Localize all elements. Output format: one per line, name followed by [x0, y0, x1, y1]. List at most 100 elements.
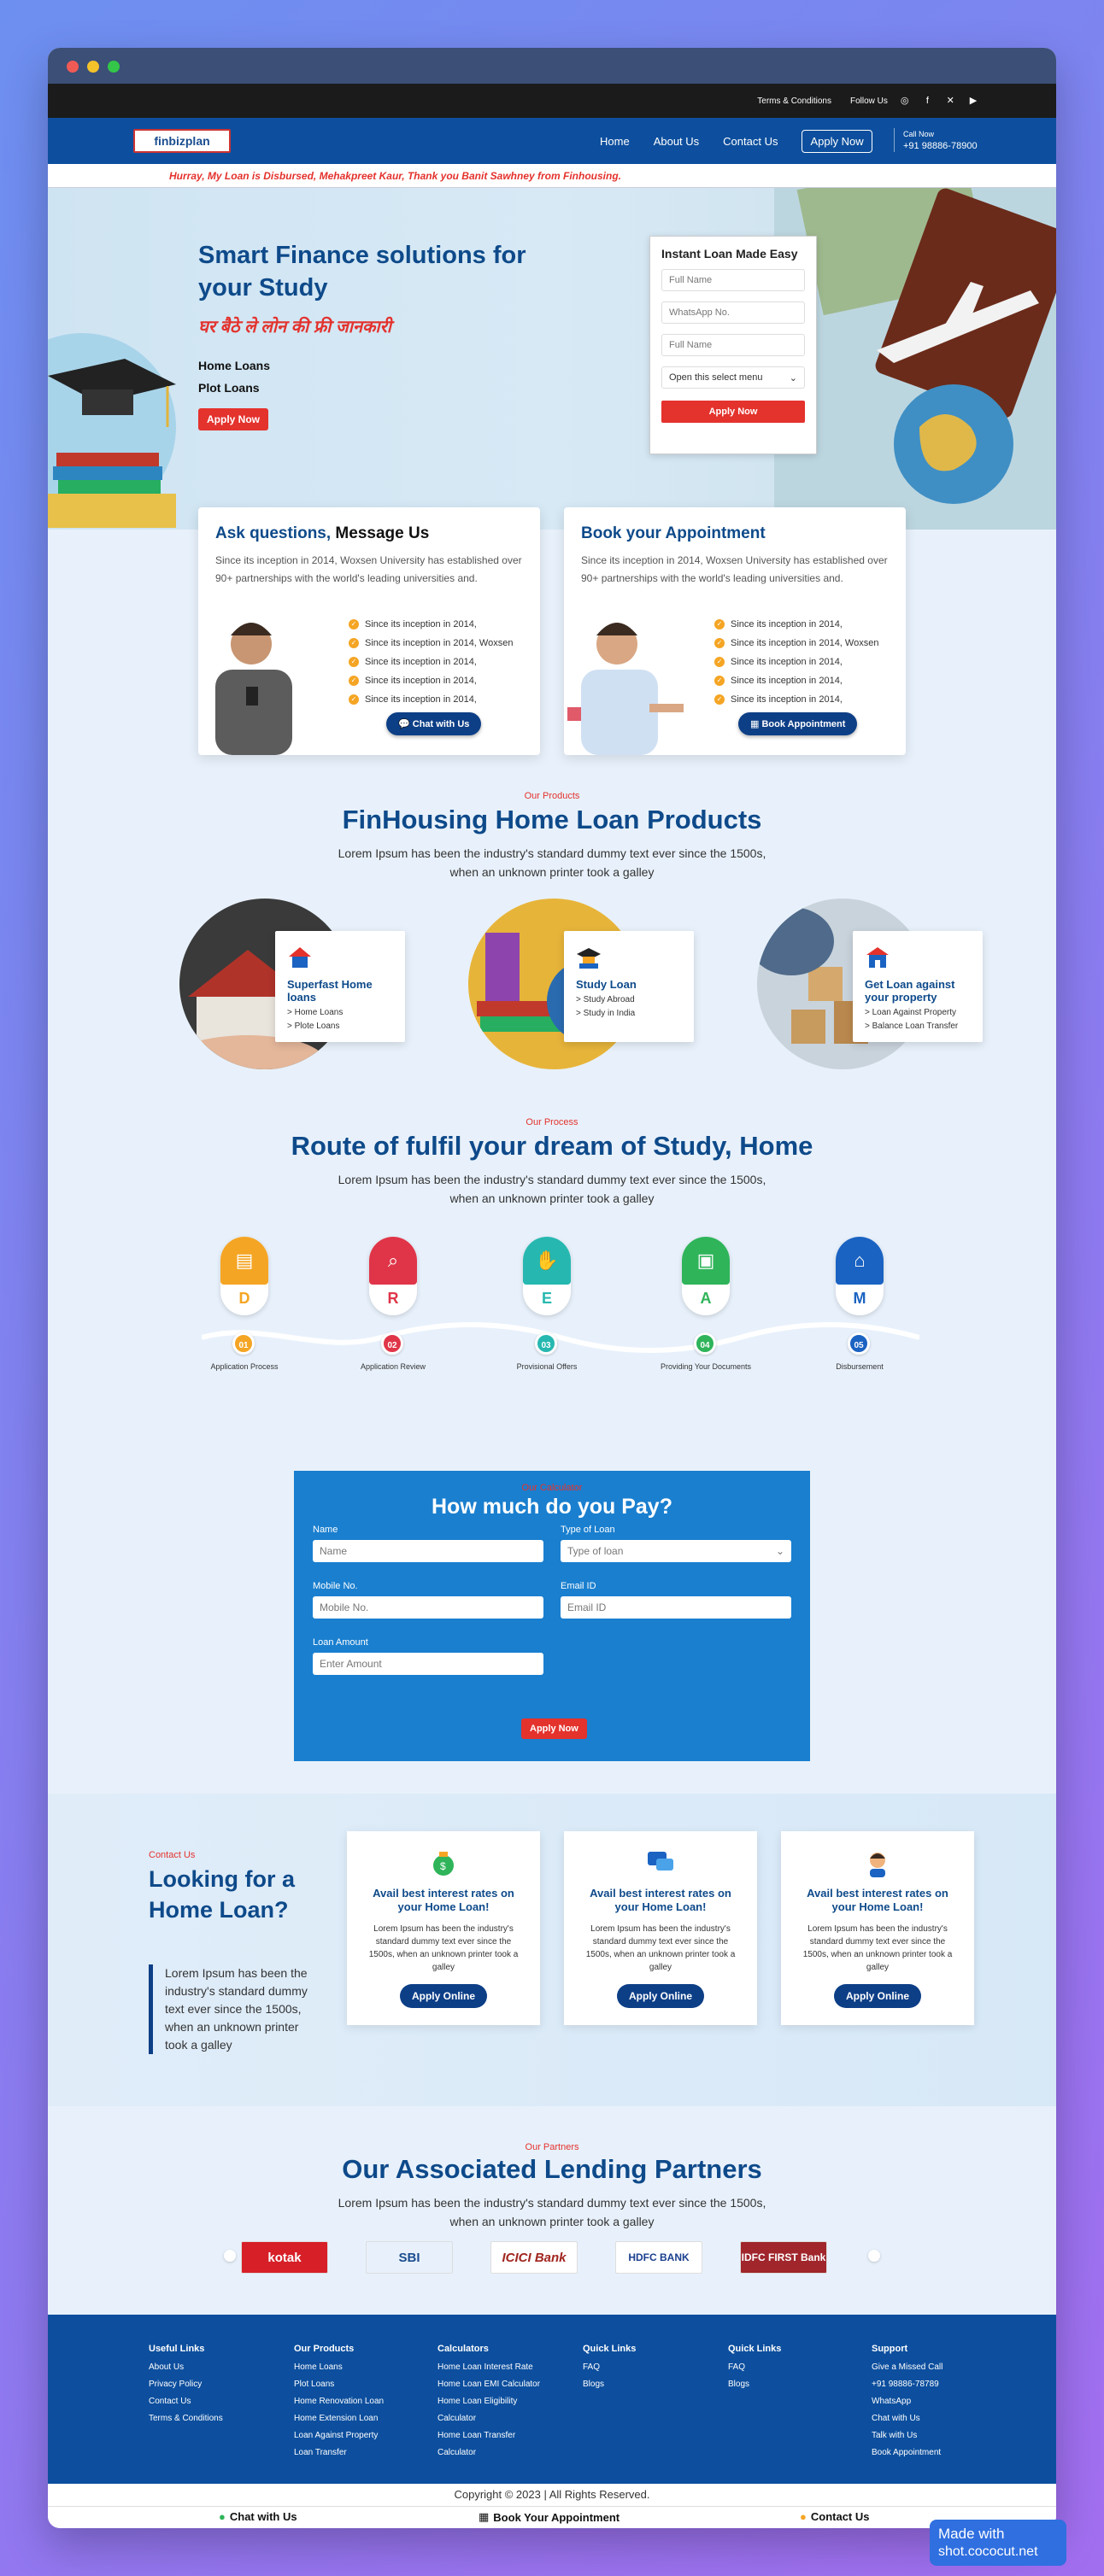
- process-tag: Our Process: [526, 1117, 578, 1127]
- name-input[interactable]: Name: [313, 1540, 543, 1562]
- apply-online-button[interactable]: Apply Online: [833, 1984, 921, 2008]
- footer-link[interactable]: Blogs: [583, 2376, 636, 2393]
- footer-link[interactable]: Home Renovation Loan: [294, 2393, 384, 2410]
- site-logo[interactable]: finbizplan: [133, 129, 231, 153]
- footer-column: Quick Links FAQ Blogs: [583, 2340, 636, 2393]
- footer-link[interactable]: Home Loan Eligibility: [437, 2393, 540, 2410]
- check-icon: ✓: [714, 619, 725, 629]
- chat-with-us-button[interactable]: 💬 Chat with Us: [386, 712, 482, 735]
- card-text: Since its inception in 2014, Woxsen Univ…: [581, 554, 888, 584]
- process-step-2: ⌕ R 02 Application Review: [361, 1237, 426, 1371]
- calculator-apply-button[interactable]: Apply Now: [521, 1718, 587, 1739]
- footer-link[interactable]: WhatsApp: [872, 2393, 943, 2410]
- support-agent-icon: [870, 1853, 885, 1877]
- email-input[interactable]: Email ID: [561, 1596, 791, 1619]
- made-with-badge[interactable]: Made with shot.cococut.net: [930, 2520, 1066, 2566]
- footer-link[interactable]: Terms & Conditions: [149, 2410, 223, 2427]
- follow-label: Follow Us: [849, 97, 888, 106]
- kotak-logo[interactable]: kotak: [241, 2241, 328, 2274]
- close-dot[interactable]: [67, 61, 79, 73]
- footer-link[interactable]: FAQ: [583, 2359, 636, 2376]
- contact-tag: Contact Us: [149, 1850, 196, 1860]
- nav-about[interactable]: About Us: [654, 135, 699, 148]
- footer-link[interactable]: Home Loan Transfer: [437, 2427, 540, 2444]
- support-agent-icon: ●: [800, 2510, 807, 2523]
- nav-apply-button[interactable]: Apply Now: [802, 129, 872, 153]
- contact-text: Lorem Ipsum has been the industry's stan…: [149, 1964, 311, 2054]
- step-label: Provisional Offers: [516, 1362, 578, 1371]
- footer-link[interactable]: Privacy Policy: [149, 2376, 223, 2393]
- footer-column: Useful Links About Us Privacy Policy Contac…: [149, 2340, 223, 2427]
- bottom-chat-button[interactable]: ● Chat with Us: [219, 2510, 297, 2523]
- call-number: +91 98886-78900: [903, 141, 978, 151]
- footer-link[interactable]: Give a Missed Call: [872, 2359, 943, 2376]
- process-route-line: [202, 1322, 919, 1353]
- youtube-icon[interactable]: ▶: [967, 95, 979, 107]
- step-number: 03: [535, 1332, 557, 1355]
- property-building-icon: [866, 947, 889, 968]
- footer-heading: Support: [872, 2344, 908, 2354]
- footer-link[interactable]: Chat with Us: [872, 2410, 943, 2427]
- footer-link[interactable]: Home Loans: [294, 2359, 384, 2376]
- footer-link[interactable]: Contact Us: [149, 2393, 223, 2410]
- footer-link[interactable]: Home Loan Interest Rate: [437, 2359, 540, 2376]
- loan-amount-input[interactable]: Enter Amount: [313, 1653, 543, 1675]
- terms-link[interactable]: Terms & Conditions: [757, 97, 831, 106]
- call-now-block[interactable]: Call Now +91 98886-78900: [894, 128, 978, 152]
- nav-contact[interactable]: Contact Us: [723, 135, 778, 148]
- bottom-book-button[interactable]: ▦ Book Your Appointment: [479, 2510, 620, 2524]
- sbi-logo[interactable]: SBI: [366, 2241, 453, 2274]
- card-title: Book your Appointment: [581, 524, 766, 542]
- check-icon: ✓: [349, 619, 359, 629]
- footer-link[interactable]: Calculator: [437, 2410, 540, 2427]
- footer-link[interactable]: Loan Transfer: [294, 2444, 384, 2462]
- full-name-input[interactable]: Full Name: [661, 269, 805, 291]
- minimize-dot[interactable]: [87, 61, 99, 73]
- mobile-input[interactable]: Mobile No.: [313, 1596, 543, 1619]
- carousel-next[interactable]: [868, 2250, 880, 2262]
- process-step-1: ▤ D 01 Application Process: [210, 1237, 279, 1371]
- nav-home[interactable]: Home: [600, 135, 630, 148]
- loan-type-select[interactable]: Type of loan ⌄: [561, 1540, 791, 1562]
- footer-link[interactable]: Blogs: [728, 2376, 781, 2393]
- feature-list: ✓ Since its inception in 2014, ✓ Since its…: [349, 615, 513, 709]
- apply-online-button[interactable]: Apply Online: [616, 1984, 704, 2008]
- offer-card-3: Avail best interest rates on your Home L…: [781, 1831, 974, 2025]
- bottom-contact-button[interactable]: ● Contact Us: [800, 2510, 869, 2523]
- facebook-icon[interactable]: f: [921, 95, 933, 107]
- sticky-bottom-bar: ● Chat with Us ▦ Book Your Appointment ● Co…: [48, 2506, 1056, 2528]
- footer-link[interactable]: FAQ: [728, 2359, 781, 2376]
- hero-item-home-loans: Home Loans: [198, 359, 271, 372]
- hdfc-logo[interactable]: HDFC BANK: [615, 2241, 702, 2274]
- hero-apply-button[interactable]: Apply Now: [198, 408, 268, 430]
- apply-online-button[interactable]: Apply Online: [399, 1984, 487, 2008]
- idfc-logo[interactable]: IDFC FIRST Bank: [740, 2241, 827, 2274]
- footer-heading: Quick Links: [583, 2344, 637, 2354]
- loan-select[interactable]: Open this select menu ⌄: [661, 366, 805, 389]
- footer-link[interactable]: +91 98886-78789: [872, 2376, 943, 2393]
- form-apply-button[interactable]: Apply Now: [661, 401, 805, 423]
- footer-link[interactable]: Book Appointment: [872, 2444, 943, 2462]
- footer-link[interactable]: About Us: [149, 2359, 223, 2376]
- footer-link[interactable]: Loan Against Property: [294, 2427, 384, 2444]
- hero-title: Smart Finance solutions for your Study: [198, 242, 526, 302]
- check-icon: ✓: [714, 694, 725, 705]
- book-appointment-button[interactable]: ▦ Book Appointment: [738, 712, 858, 735]
- footer-link[interactable]: Plot Loans: [294, 2376, 384, 2393]
- icici-logo[interactable]: ICICI Bank: [490, 2241, 578, 2274]
- whatsapp-input[interactable]: WhatsApp No.: [661, 302, 805, 324]
- x-icon[interactable]: ✕: [944, 95, 956, 107]
- hero-section: Smart Finance solutions for your Study घ…: [48, 188, 1056, 530]
- footer-column: Support Give a Missed Call +91 98886-78789…: [872, 2340, 943, 2462]
- svg-text:$: $: [440, 1860, 446, 1872]
- step-number: 05: [848, 1332, 870, 1355]
- footer-link[interactable]: Home Loan EMI Calculator: [437, 2376, 540, 2393]
- instagram-icon[interactable]: ◎: [899, 95, 911, 107]
- process-title: Route of fulfil your dream of Study, Hom…: [291, 1131, 813, 1161]
- maximize-dot[interactable]: [108, 61, 120, 73]
- step-letter: A: [700, 1290, 712, 1307]
- footer-link[interactable]: Talk with Us: [872, 2427, 943, 2444]
- full-name-input-2[interactable]: Full Name: [661, 334, 805, 356]
- footer-link[interactable]: Home Extension Loan: [294, 2410, 384, 2427]
- footer-link[interactable]: Calculator: [437, 2444, 540, 2462]
